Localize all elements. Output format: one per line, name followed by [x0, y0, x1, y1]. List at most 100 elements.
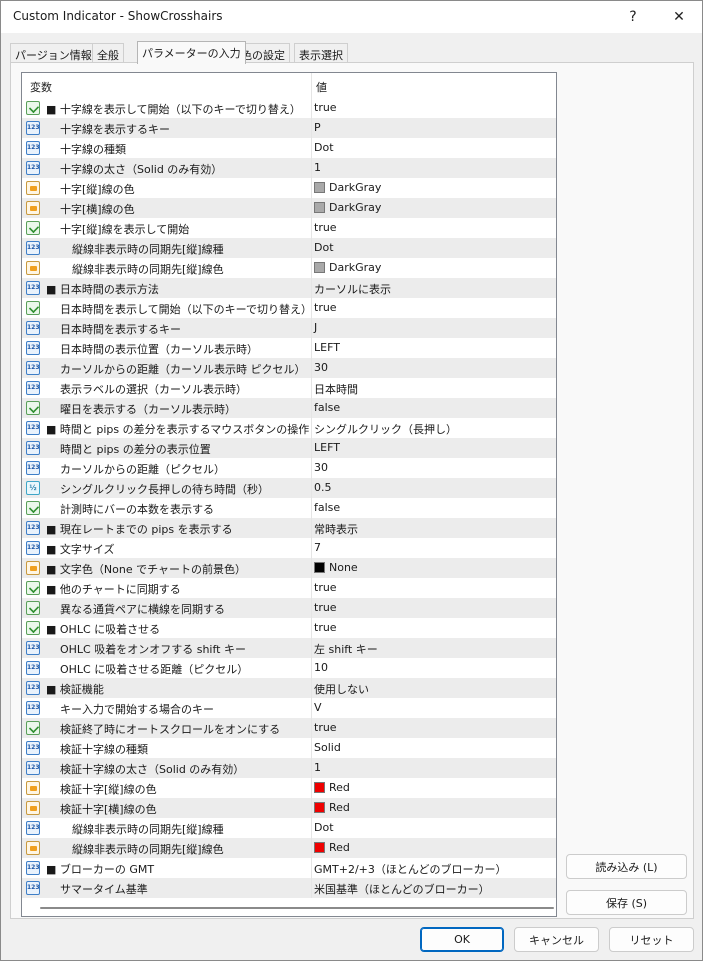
parameter-value[interactable]: DarkGray — [314, 201, 381, 214]
parameter-row[interactable]: カーソルからの距離（カーソル表示時 ピクセル） 30 — [22, 358, 556, 378]
parameter-value[interactable]: Dot — [314, 821, 334, 834]
help-button[interactable]: ? — [610, 1, 656, 33]
parameter-row[interactable]: 十字[縦]線を表示して開始 true — [22, 218, 556, 238]
parameter-value[interactable]: true — [314, 601, 337, 614]
parameter-row[interactable]: ■ ブローカーの GMT GMT+2/+3（ほとんどのブローカー） — [22, 858, 556, 878]
parameter-value[interactable]: 1 — [314, 761, 321, 774]
parameter-value[interactable]: true — [314, 101, 337, 114]
parameter-row[interactable]: 異なる通貨ペアに横線を同期する true — [22, 598, 556, 618]
save-button[interactable]: 保存 (S) — [566, 890, 687, 915]
parameter-row[interactable]: 検証十字線の太さ（Solid のみ有効） 1 — [22, 758, 556, 778]
parameter-row[interactable]: ■ 他のチャートに同期する true — [22, 578, 556, 598]
parameter-row[interactable]: 検証十字線の種類 Solid — [22, 738, 556, 758]
parameter-value[interactable]: 米国基準（ほとんどのブローカー） — [314, 881, 490, 897]
parameter-row[interactable]: 縦線非表示時の同期先[縦]線色 Red — [22, 838, 556, 858]
parameter-row[interactable]: ■ 現在レートまでの pips を表示する 常時表示 — [22, 518, 556, 538]
parameter-value[interactable]: true — [314, 301, 337, 314]
parameter-row[interactable]: 日本時間を表示して開始（以下のキーで切り替え） true — [22, 298, 556, 318]
parameter-value[interactable]: LEFT — [314, 441, 340, 454]
cancel-button[interactable]: キャンセル — [514, 927, 599, 952]
parameter-row[interactable]: 日本時間を表示するキー J — [22, 318, 556, 338]
parameter-grid[interactable]: 変数 値 ■ 十字線を表示して開始（以下のキーで切り替え） true 十字線を表示す… — [21, 72, 557, 917]
boolean-icon — [26, 581, 40, 595]
column-divider — [311, 878, 312, 898]
parameter-row[interactable]: 日本時間の表示位置（カーソル表示時） LEFT — [22, 338, 556, 358]
parameter-row[interactable]: 曜日を表示する（カーソル表示時） false — [22, 398, 556, 418]
horizontal-scrollbar[interactable] — [22, 899, 556, 916]
parameter-row[interactable]: 時間と pips の差分の表示位置 LEFT — [22, 438, 556, 458]
parameter-value[interactable]: 10 — [314, 661, 328, 674]
parameter-row[interactable]: 縦線非表示時の同期先[縦]線種 Dot — [22, 238, 556, 258]
scroll-thumb[interactable] — [40, 907, 554, 909]
parameter-row[interactable]: 十字線の種類 Dot — [22, 138, 556, 158]
parameter-row[interactable]: 十字[横]線の色 DarkGray — [22, 198, 556, 218]
parameter-value[interactable]: DarkGray — [314, 261, 381, 274]
parameter-value[interactable]: 0.5 — [314, 481, 332, 494]
parameter-value[interactable]: false — [314, 501, 340, 514]
header-value[interactable]: 値 — [316, 79, 327, 95]
parameter-value[interactable]: Red — [314, 801, 350, 814]
parameter-value[interactable]: Red — [314, 841, 350, 854]
parameter-value[interactable]: 1 — [314, 161, 321, 174]
parameter-value[interactable]: P — [314, 121, 321, 134]
parameter-value[interactable]: 7 — [314, 541, 321, 554]
parameter-row[interactable]: ■ 十字線を表示して開始（以下のキーで切り替え） true — [22, 98, 556, 118]
parameter-value-text: DarkGray — [329, 261, 382, 274]
parameter-value[interactable]: 常時表示 — [314, 521, 358, 537]
parameter-value[interactable]: シングルクリック（長押し） — [314, 421, 457, 437]
reset-button[interactable]: リセット — [609, 927, 694, 952]
parameter-row[interactable]: 十字線の太さ（Solid のみ有効） 1 — [22, 158, 556, 178]
parameter-row[interactable]: ■ 文字サイズ 7 — [22, 538, 556, 558]
parameter-row[interactable]: OHLC に吸着させる距離（ピクセル） 10 — [22, 658, 556, 678]
parameter-value[interactable]: Red — [314, 781, 350, 794]
parameter-row[interactable]: カーソルからの距離（ピクセル） 30 — [22, 458, 556, 478]
parameter-row[interactable]: ■ 文字色（None でチャートの前景色） None — [22, 558, 556, 578]
parameter-value[interactable]: 使用しない — [314, 681, 369, 697]
parameter-row[interactable]: 計測時にバーの本数を表示する false — [22, 498, 556, 518]
parameter-value[interactable]: true — [314, 621, 337, 634]
parameter-row[interactable]: シングルクリック長押しの待ち時間（秒） 0.5 — [22, 478, 556, 498]
parameter-row[interactable]: OHLC 吸着をオンオフする shift キー 左 shift キー — [22, 638, 556, 658]
column-divider — [311, 838, 312, 858]
parameter-value[interactable]: true — [314, 581, 337, 594]
parameter-value[interactable]: 左 shift キー — [314, 641, 378, 657]
parameter-row[interactable]: キー入力で開始する場合のキー V — [22, 698, 556, 718]
parameter-value[interactable]: LEFT — [314, 341, 340, 354]
parameter-value[interactable]: DarkGray — [314, 181, 381, 194]
tab-general[interactable]: 全般 — [92, 43, 124, 63]
parameter-value[interactable]: 30 — [314, 361, 328, 374]
tab-input-parameters[interactable]: パラメーターの入力 — [137, 41, 246, 64]
parameter-value[interactable]: 日本時間 — [314, 381, 358, 397]
parameter-row[interactable]: ■ 検証機能 使用しない — [22, 678, 556, 698]
parameter-row[interactable]: 縦線非表示時の同期先[縦]線種 Dot — [22, 818, 556, 838]
tab-version-info[interactable]: パージョン情報 — [10, 43, 97, 63]
close-button[interactable]: ✕ — [656, 1, 702, 33]
parameter-row[interactable]: 検証十字[横]線の色 Red — [22, 798, 556, 818]
parameter-row[interactable]: サマータイム基準 米国基準（ほとんどのブローカー） — [22, 878, 556, 898]
parameter-row[interactable]: 十字線を表示するキー P — [22, 118, 556, 138]
ok-button[interactable]: OK — [420, 927, 504, 952]
parameter-value[interactable]: GMT+2/+3（ほとんどのブローカー） — [314, 861, 507, 877]
tab-display-selection[interactable]: 表示選択 — [294, 43, 348, 63]
parameter-row[interactable]: 表示ラベルの選択（カーソル表示時） 日本時間 — [22, 378, 556, 398]
parameter-row[interactable]: ■ OHLC に吸着させる true — [22, 618, 556, 638]
parameter-value[interactable]: Dot — [314, 141, 334, 154]
parameter-row[interactable]: ■ 時間と pips の差分を表示するマウスボタンの操作シングルクリック（長押し… — [22, 418, 556, 438]
parameter-value[interactable]: カーソルに表示 — [314, 281, 391, 297]
parameter-value[interactable]: true — [314, 721, 337, 734]
parameter-row[interactable]: 縦線非表示時の同期先[縦]線色 DarkGray — [22, 258, 556, 278]
load-button[interactable]: 読み込み (L) — [566, 854, 687, 879]
parameter-value[interactable]: Solid — [314, 741, 341, 754]
parameter-row[interactable]: 十字[縦]線の色 DarkGray — [22, 178, 556, 198]
parameter-value[interactable]: Dot — [314, 241, 334, 254]
parameter-value[interactable]: false — [314, 401, 340, 414]
parameter-row[interactable]: ■ 日本時間の表示方法 カーソルに表示 — [22, 278, 556, 298]
parameter-value[interactable]: true — [314, 221, 337, 234]
header-variable[interactable]: 変数 — [30, 79, 52, 95]
parameter-row[interactable]: 検証十字[縦]線の色 Red — [22, 778, 556, 798]
parameter-value[interactable]: 30 — [314, 461, 328, 474]
parameter-value[interactable]: None — [314, 561, 358, 574]
parameter-row[interactable]: 検証終了時にオートスクロールをオンにする true — [22, 718, 556, 738]
parameter-value[interactable]: J — [314, 321, 317, 334]
parameter-value[interactable]: V — [314, 701, 322, 714]
